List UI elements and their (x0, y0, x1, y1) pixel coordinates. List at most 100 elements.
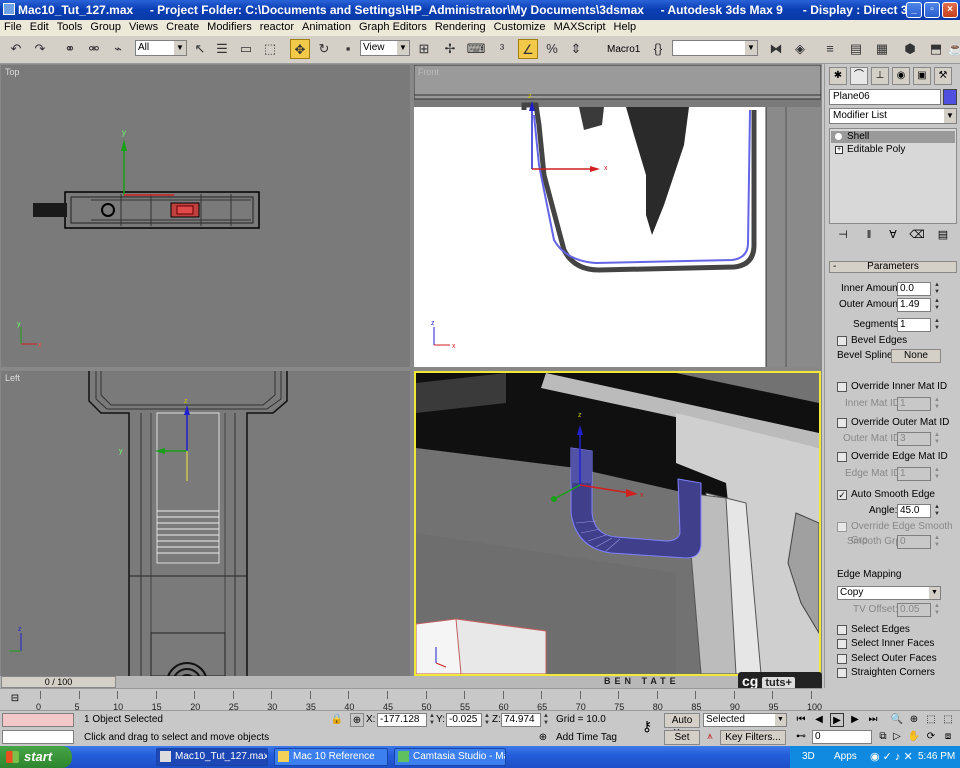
lock-icon[interactable]: 🔒 (330, 713, 344, 727)
align-icon[interactable]: ◈ (790, 39, 810, 59)
outer-mat-field[interactable]: 3 (897, 432, 931, 446)
remove-modifier-icon[interactable]: ⌫ (909, 227, 925, 243)
restore-button[interactable]: ▫ (924, 2, 940, 18)
play-icon[interactable]: ▶ (830, 713, 844, 727)
zoom-extents-all-icon[interactable]: ⬚ (941, 713, 955, 727)
inner-mat-spinner[interactable]: ▲ ▼ (933, 397, 941, 411)
viewport-left[interactable]: Left z y z (1, 371, 410, 676)
key-filters-button[interactable]: Key Filters... (720, 730, 786, 745)
spinner-snap-icon[interactable]: ⇕ (566, 39, 586, 59)
z-spinner[interactable]: ▲ ▼ (542, 713, 550, 727)
angle-spinner[interactable]: ▲ ▼ (933, 504, 941, 518)
select-inner-checkbox[interactable] (837, 639, 847, 649)
key-icon[interactable]: ⚷ (640, 719, 654, 733)
maximize-viewport-icon[interactable]: ⧈ (941, 730, 955, 744)
select-scale-icon[interactable]: ▪ (338, 39, 358, 59)
show-end-result-icon[interactable]: ‖ (861, 227, 877, 243)
select-edges-checkbox[interactable] (837, 625, 847, 635)
previous-frame-icon[interactable]: ◀ (812, 713, 826, 727)
hierarchy-tab-icon[interactable]: ⊥ (871, 67, 889, 85)
inner-amount-spinner[interactable]: ▲ ▼ (933, 282, 941, 296)
zoom-extents-icon[interactable]: ⬚ (924, 713, 938, 727)
select-rotate-icon[interactable]: ↻ (314, 39, 334, 59)
start-button[interactable]: start (0, 746, 72, 768)
quick-render-icon[interactable]: ☕ (946, 39, 960, 59)
override-inner-checkbox[interactable] (837, 382, 847, 392)
stack-item-shell[interactable]: Shell (831, 131, 955, 143)
create-tab-icon[interactable]: ✱ (829, 67, 847, 85)
viewport-label[interactable]: Top (5, 67, 20, 77)
task-3dsmax[interactable]: Mac10_Tut_127.max ... (156, 748, 268, 766)
edge-mapping-dropdown[interactable]: Copy ▼ (837, 586, 941, 600)
viewport-front[interactable]: z x z x Front (414, 65, 821, 367)
object-color-swatch[interactable] (943, 89, 957, 105)
utilities-tab-icon[interactable]: ⚒ (934, 67, 952, 85)
key-mode-toggle-icon[interactable]: ⊷ (794, 730, 808, 744)
select-object-icon[interactable]: ↖ (190, 39, 210, 59)
angle-field[interactable]: 45.0 (897, 504, 931, 518)
tray-icons[interactable]: ◉ ✓ ♪ ✕ (870, 746, 913, 768)
inner-amount-field[interactable]: 0.0 (897, 282, 931, 296)
material-editor-icon[interactable]: ⬢ (900, 39, 920, 59)
menu-group[interactable]: Group (86, 20, 125, 33)
menu-rendering[interactable]: Rendering (431, 20, 490, 33)
object-name-field[interactable]: Plane06 (829, 89, 941, 105)
zoom-icon[interactable]: 🔍 (890, 713, 904, 727)
menu-modifiers[interactable]: Modifiers (203, 20, 256, 33)
current-frame-field[interactable]: 0 (812, 730, 872, 744)
time-slider-thumb[interactable]: 0 / 100 (1, 676, 116, 688)
time-tag-icon[interactable]: ⊕ (536, 731, 550, 745)
angle-snap-icon[interactable]: ∠ (518, 39, 538, 59)
time-slider[interactable]: 0 / 100 (0, 676, 822, 688)
modifier-list-dropdown[interactable]: Modifier List ▼ (829, 108, 957, 124)
app-icon[interactable] (3, 3, 15, 15)
bind-space-warp-icon[interactable]: ⌁ (108, 39, 128, 59)
menu-views[interactable]: Views (125, 20, 162, 33)
parameters-rollout-header[interactable]: - Parameters (829, 261, 957, 273)
schematic-view-icon[interactable]: ▦ (872, 39, 892, 59)
lightbulb-icon[interactable] (835, 133, 842, 140)
y-coordinate-field[interactable]: -0.025 (446, 713, 482, 727)
tray-3d[interactable]: 3D (802, 746, 815, 768)
outer-amount-field[interactable]: 1.49 (897, 298, 931, 312)
menu-tools[interactable]: Tools (53, 20, 87, 33)
rect-selection-icon[interactable]: ▭ (236, 39, 256, 59)
key-mode-dropdown[interactable]: Selected ▼ (703, 713, 787, 727)
window-crossing-icon[interactable]: ⬚ (260, 39, 280, 59)
pan-icon[interactable]: ✋ (907, 730, 921, 744)
menu-animation[interactable]: Animation (298, 20, 355, 33)
layer-manager-icon[interactable]: ≡ (820, 39, 840, 59)
add-time-tag-button[interactable]: Add Time Tag (556, 731, 617, 745)
viewport-top[interactable]: Top y x y (1, 65, 410, 367)
override-edge-checkbox[interactable] (837, 452, 847, 462)
select-by-name-icon[interactable]: ☰ (212, 39, 232, 59)
outer-mat-spinner[interactable]: ▲ ▼ (933, 432, 941, 446)
pin-stack-icon[interactable]: ⊣ (835, 227, 851, 243)
undo-icon[interactable]: ↶ (6, 39, 26, 59)
field-of-view-icon[interactable]: ▷ (890, 730, 904, 744)
menu-customize[interactable]: Customize (490, 20, 550, 33)
auto-key-button[interactable]: Auto Key (664, 713, 700, 739)
curve-editor-icon[interactable]: ▤ (846, 39, 866, 59)
zoom-all-icon[interactable]: ⊕ (907, 713, 921, 727)
manipulate-icon[interactable]: ✢ (440, 39, 460, 59)
menu-graph-editors[interactable]: Graph Editors (355, 20, 431, 33)
tray-apps[interactable]: Apps (834, 746, 857, 768)
modify-tab-icon[interactable]: ⌒ (850, 67, 868, 85)
stack-item-editable-poly[interactable]: + Editable Poly (831, 144, 955, 156)
named-selection-dropdown[interactable]: ▼ (672, 40, 758, 56)
segments-spinner[interactable]: ▲ ▼ (933, 318, 941, 332)
auto-smooth-checkbox[interactable]: ✓ (837, 490, 847, 500)
tv-offset-spinner[interactable]: ▲ ▼ (933, 603, 941, 617)
segments-field[interactable]: 1 (897, 318, 931, 332)
select-link-icon[interactable]: ⚭ (60, 39, 80, 59)
transform-mode-icon[interactable]: ⊕ (350, 713, 364, 727)
z-coordinate-field[interactable]: 74.974 (501, 713, 541, 727)
mini-curve-editor-icon[interactable]: ⊟ (8, 692, 22, 706)
plus-box-icon[interactable]: + (835, 146, 843, 154)
snaps-toggle-icon[interactable]: ³ (492, 39, 512, 59)
smooth-grp-spinner[interactable]: ▲ ▼ (933, 535, 941, 549)
set-key-button[interactable]: Set Key (664, 730, 700, 756)
outer-amount-spinner[interactable]: ▲ ▼ (933, 298, 941, 312)
menu-edit[interactable]: Edit (26, 20, 53, 33)
